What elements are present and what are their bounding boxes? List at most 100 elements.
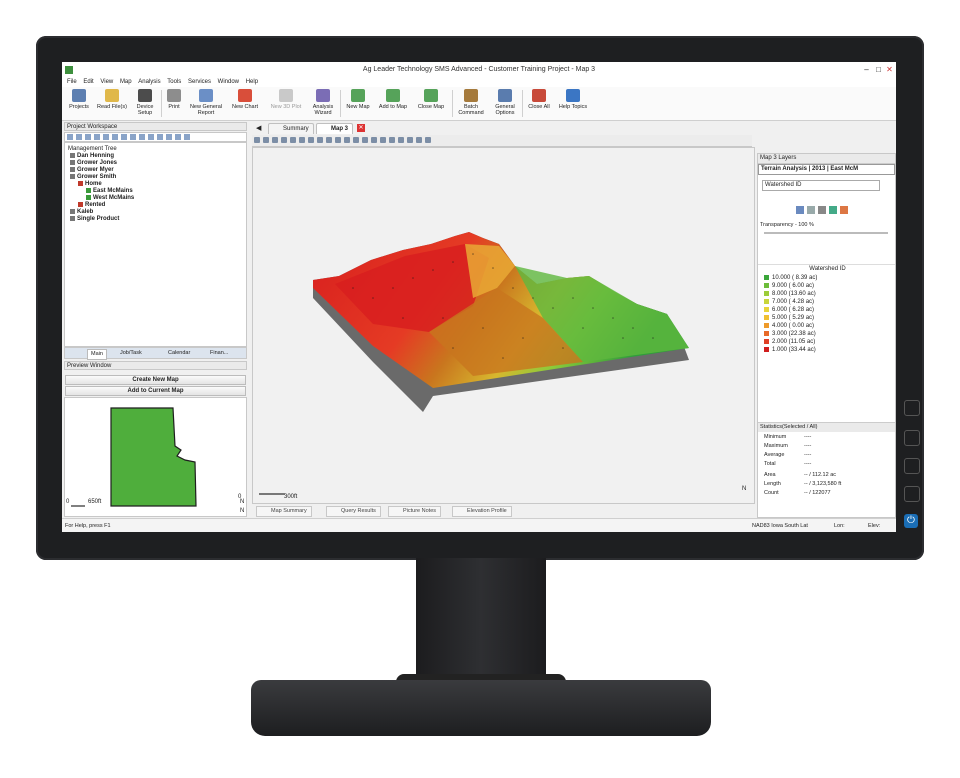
attribute-select[interactable]: Watershed ID bbox=[762, 180, 880, 191]
tab-main[interactable]: Main bbox=[87, 349, 107, 360]
tree-item-kaleb[interactable]: Kaleb bbox=[68, 209, 243, 216]
pan-icon[interactable] bbox=[263, 137, 269, 143]
tab-finance[interactable]: Finan... bbox=[207, 349, 231, 358]
legend-icon[interactable] bbox=[796, 206, 804, 214]
new-general-report-button[interactable]: New General Report bbox=[186, 89, 226, 119]
color-icon[interactable] bbox=[371, 137, 377, 143]
select-icon[interactable] bbox=[317, 137, 323, 143]
menu-view[interactable]: View bbox=[100, 78, 113, 87]
tab-scroll-left-icon[interactable]: ◀ bbox=[256, 124, 261, 132]
toolbar-icon[interactable] bbox=[148, 134, 154, 140]
layer-selector[interactable]: Terrain Analysis | 2013 | East McM bbox=[758, 164, 895, 175]
monitor-down-button[interactable] bbox=[904, 458, 920, 474]
tree-item-home[interactable]: Home bbox=[68, 181, 243, 188]
tab-calendar[interactable]: Calendar bbox=[165, 349, 193, 358]
layer-icon[interactable] bbox=[344, 137, 350, 143]
tab-close-icon[interactable]: ✕ bbox=[357, 124, 365, 132]
toolbar-icon[interactable] bbox=[139, 134, 145, 140]
refresh-icon[interactable] bbox=[299, 137, 305, 143]
pointer-icon[interactable] bbox=[254, 137, 260, 143]
toolbar-icon[interactable] bbox=[76, 134, 82, 140]
identify-icon[interactable] bbox=[335, 137, 341, 143]
share-icon[interactable] bbox=[807, 206, 815, 214]
tab-elevation-profile[interactable]: Elevation Profile bbox=[452, 506, 512, 517]
zoom-in-icon[interactable] bbox=[272, 137, 278, 143]
tab-picture-notes[interactable]: Picture Notes bbox=[388, 506, 442, 517]
tree-item-single-product[interactable]: Single Product bbox=[68, 216, 243, 223]
tab-job-task[interactable]: Job/Task bbox=[117, 349, 145, 358]
color-ramp-icon[interactable] bbox=[840, 206, 848, 214]
tree-item-west-mcmains[interactable]: West McMains bbox=[68, 195, 243, 202]
close-map-button[interactable]: Close Map bbox=[413, 89, 449, 119]
print-button[interactable]: Print bbox=[162, 89, 186, 119]
tree-item-rented[interactable]: Rented bbox=[68, 202, 243, 209]
close-all-button[interactable]: Close All bbox=[524, 89, 554, 119]
toolbar-icon[interactable] bbox=[184, 134, 190, 140]
toolbar-icon[interactable] bbox=[103, 134, 109, 140]
tab-query-results[interactable]: Query Results bbox=[326, 506, 381, 517]
toolbar-icon[interactable] bbox=[85, 134, 91, 140]
tab-summary[interactable]: Summary bbox=[268, 123, 314, 134]
tree-item-dan-henning[interactable]: Dan Henning bbox=[68, 153, 243, 160]
grid-icon[interactable] bbox=[389, 137, 395, 143]
zoom-out-icon[interactable] bbox=[281, 137, 287, 143]
menu-services[interactable]: Services bbox=[188, 78, 211, 87]
list-icon[interactable] bbox=[818, 206, 826, 214]
toolbar-icon[interactable] bbox=[175, 134, 181, 140]
measure-icon[interactable] bbox=[308, 137, 314, 143]
read-file-icon bbox=[105, 89, 119, 102]
transparency-slider[interactable] bbox=[764, 232, 888, 234]
edit-icon[interactable] bbox=[362, 137, 368, 143]
add-to-map-button[interactable]: Add to Map bbox=[375, 89, 411, 119]
toolbar-icon[interactable] bbox=[94, 134, 100, 140]
new-map-button[interactable]: New Map bbox=[342, 89, 374, 119]
minimize-icon[interactable]: – bbox=[862, 65, 871, 74]
new-chart-button[interactable]: New Chart bbox=[228, 89, 262, 119]
bar-chart-icon[interactable] bbox=[829, 206, 837, 214]
tree-item-grower-myer[interactable]: Grower Myer bbox=[68, 167, 243, 174]
projects-button[interactable]: Projects bbox=[64, 89, 94, 119]
menu-help[interactable]: Help bbox=[246, 78, 258, 87]
close-icon[interactable]: ✕ bbox=[885, 65, 894, 74]
tab-map-summary[interactable]: Map Summary bbox=[256, 506, 312, 517]
maximize-icon[interactable]: □ bbox=[874, 65, 883, 74]
toolbar-icon[interactable] bbox=[67, 134, 73, 140]
menu-window[interactable]: Window bbox=[218, 78, 239, 87]
draw-icon[interactable] bbox=[353, 137, 359, 143]
toolbar-icon[interactable] bbox=[112, 134, 118, 140]
create-new-map-button[interactable]: Create New Map bbox=[65, 375, 246, 385]
tab-map-3[interactable]: Map 3 bbox=[316, 123, 354, 134]
record-icon[interactable] bbox=[380, 137, 386, 143]
export-icon[interactable] bbox=[398, 137, 404, 143]
toolbar-icon[interactable] bbox=[157, 134, 163, 140]
tree-item-east-mcmains[interactable]: East McMains bbox=[68, 188, 243, 195]
tree-item-grower-smith[interactable]: Grower Smith bbox=[68, 174, 243, 181]
add-to-current-map-button[interactable]: Add to Current Map bbox=[65, 386, 246, 396]
menu-analysis[interactable]: Analysis bbox=[138, 78, 160, 87]
map-view-3d[interactable] bbox=[252, 147, 755, 504]
settings-icon[interactable] bbox=[416, 137, 422, 143]
toolbar-icon[interactable] bbox=[130, 134, 136, 140]
monitor-menu-button[interactable] bbox=[904, 400, 920, 416]
help-topics-button[interactable]: Help Topics bbox=[556, 89, 590, 119]
tools-icon[interactable] bbox=[407, 137, 413, 143]
read-files-button[interactable]: Read File(s) bbox=[94, 89, 130, 119]
general-options-button[interactable]: General Options bbox=[490, 89, 520, 119]
menu-map[interactable]: Map bbox=[120, 78, 132, 87]
batch-command-button[interactable]: Batch Command bbox=[454, 89, 488, 119]
zoom-extent-icon[interactable] bbox=[290, 137, 296, 143]
toolbar-icon[interactable] bbox=[166, 134, 172, 140]
options-icon[interactable] bbox=[425, 137, 431, 143]
monitor-input-button[interactable] bbox=[904, 486, 920, 502]
new-3d-plot-button[interactable]: New 3D Plot bbox=[266, 89, 306, 119]
analysis-wizard-button[interactable]: Analysis Wizard bbox=[308, 89, 338, 119]
menu-edit[interactable]: Edit bbox=[83, 78, 93, 87]
power-icon[interactable]: ⏻ bbox=[904, 514, 918, 528]
query-icon[interactable] bbox=[326, 137, 332, 143]
tree-item-grower-jones[interactable]: Grower Jones bbox=[68, 160, 243, 167]
monitor-up-button[interactable] bbox=[904, 430, 920, 446]
device-setup-button[interactable]: Device Setup bbox=[130, 89, 160, 119]
menu-file[interactable]: File bbox=[67, 78, 77, 87]
menu-tools[interactable]: Tools bbox=[167, 78, 181, 87]
toolbar-icon[interactable] bbox=[121, 134, 127, 140]
